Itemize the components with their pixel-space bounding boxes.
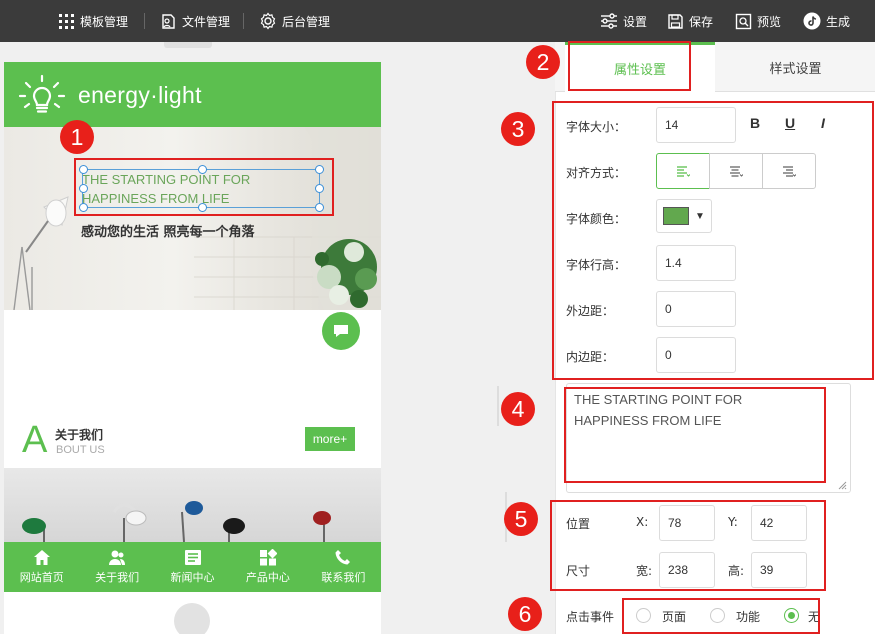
nav-about[interactable]: 关于我们 — [79, 542, 154, 592]
annotation-badge-6: 6 — [508, 597, 542, 631]
lamps-decor — [22, 501, 331, 542]
grid-dots-icon — [59, 13, 74, 29]
preview-button[interactable]: 预览 — [735, 11, 781, 31]
resize-grip-icon — [838, 481, 847, 490]
file-icon — [162, 13, 175, 29]
toolbar-divider — [144, 13, 145, 29]
generate-button[interactable]: 生成 — [803, 11, 850, 31]
users-icon — [109, 550, 126, 565]
app-header: energy·light — [4, 62, 381, 127]
more-button[interactable]: more+ — [305, 427, 355, 451]
chat-icon — [334, 325, 348, 337]
file-manage-button[interactable]: 文件管理 — [160, 11, 230, 31]
annotation-box-3 — [552, 101, 874, 380]
annotation-badge-4: 4 — [501, 392, 535, 426]
save-button[interactable]: 保存 — [667, 11, 713, 31]
lightbulb-icon — [18, 74, 66, 113]
nav-products[interactable]: 产品中心 — [230, 542, 305, 592]
generate-icon — [803, 12, 821, 30]
annotation-badge-5: 5 — [504, 502, 538, 536]
banner-decor — [13, 127, 381, 310]
about-letter: A — [22, 419, 48, 461]
sliders-icon — [601, 13, 617, 29]
click-event-label: 点击事件 — [566, 610, 615, 624]
annotation-box-4 — [564, 387, 826, 483]
preview-icon — [735, 13, 752, 29]
template-manage-label: 模板管理 — [80, 14, 129, 29]
annotation-box-6 — [622, 598, 820, 634]
phone-top-handle — [164, 42, 212, 48]
annotation-badge-2: 2 — [526, 45, 560, 79]
backend-manage-label: 后台管理 — [282, 14, 331, 29]
annotation-box-1 — [74, 158, 334, 216]
file-manage-label: 文件管理 — [182, 14, 231, 29]
products-image — [4, 468, 381, 542]
toolbar-divider — [243, 13, 244, 29]
nav-home[interactable]: 网站首页 — [4, 542, 79, 592]
nav-label: 网站首页 — [19, 571, 64, 584]
chat-button[interactable] — [322, 312, 360, 350]
template-manage-button[interactable]: 模板管理 — [58, 11, 128, 31]
annotation-box-2 — [568, 41, 691, 91]
grid-icon — [259, 549, 277, 566]
nav-label: 产品中心 — [245, 571, 290, 584]
annotation-box-5 — [550, 500, 826, 591]
about-title: 关于我们 — [55, 428, 104, 442]
nav-label: 关于我们 — [95, 571, 140, 584]
bottom-nav: 网站首页 关于我们 新闻中心 产品中心 联系我们 — [4, 542, 381, 592]
home-icon — [33, 550, 50, 565]
banner-subtitle[interactable]: 感动您的生活 照亮每一个角落 — [81, 221, 255, 240]
phone-bottom-handle — [174, 603, 210, 634]
preview-label: 预览 — [757, 14, 782, 29]
save-label: 保存 — [689, 14, 714, 29]
about-subtitle: BOUT US — [56, 444, 105, 456]
nav-contact[interactable]: 联系我们 — [306, 542, 381, 592]
nav-label: 新闻中心 — [170, 571, 215, 584]
phone-icon — [335, 550, 351, 565]
generate-label: 生成 — [826, 14, 851, 29]
save-icon — [668, 13, 683, 29]
nav-news[interactable]: 新闻中心 — [155, 542, 230, 592]
annotation-badge-1: 1 — [60, 120, 94, 154]
settings-button[interactable]: 设置 — [600, 11, 647, 31]
phone-preview: energy·light THE STARTING POINT FOR HAPP… — [4, 62, 381, 634]
settings-label: 设置 — [623, 14, 648, 29]
gear-icon — [260, 12, 276, 30]
app-title: energy·light — [78, 82, 202, 108]
annotation-badge-3: 3 — [501, 112, 535, 146]
nav-label: 联系我们 — [321, 571, 366, 584]
banner-image: THE STARTING POINT FOR HAPPINESS FROM LI… — [4, 127, 381, 310]
tab-styles[interactable]: 样式设置 — [716, 42, 875, 92]
section-marker — [497, 386, 499, 426]
news-icon — [184, 550, 201, 565]
backend-manage-button[interactable]: 后台管理 — [259, 11, 330, 31]
